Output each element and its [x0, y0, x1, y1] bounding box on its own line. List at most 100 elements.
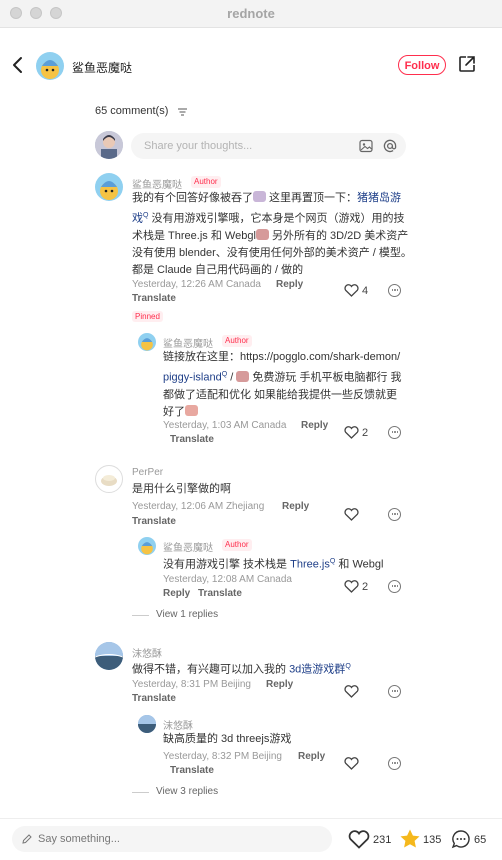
comment-text-part: 这里再置顶一下：: [266, 192, 358, 204]
reply-button[interactable]: Reply: [301, 420, 328, 431]
comment-avatar[interactable]: [138, 715, 156, 733]
pinned-badge: Pinned: [132, 311, 163, 322]
threejs-link[interactable]: Three.js: [290, 559, 330, 571]
author-name[interactable]: 鲨鱼恶魔哒: [72, 59, 132, 76]
reply-button[interactable]: Reply: [276, 279, 303, 290]
comment-text: 链接放在这里：https://pogglo.com/shark-demon/ p…: [163, 349, 408, 421]
comment-text-part: /: [227, 371, 237, 384]
mention-icon[interactable]: [383, 139, 397, 153]
comment-text: 是用什么引擎做的啊: [132, 483, 231, 495]
say-something-input[interactable]: Say something...: [12, 826, 332, 852]
view-replies-link[interactable]: View 1 replies: [131, 609, 218, 620]
heart-icon[interactable]: [348, 830, 370, 849]
reply-button[interactable]: Reply: [266, 679, 293, 690]
like-button[interactable]: 2: [344, 426, 368, 439]
more-options-icon[interactable]: [388, 426, 401, 439]
comment-meta: Yesterday, 12:26 AM Canada: [132, 279, 261, 290]
bottom-bar: Say something... 231 135 65: [0, 818, 502, 860]
comment-text-part: 做得不错，有兴趣可以加入我的: [132, 663, 290, 676]
comment-avatar[interactable]: [95, 465, 123, 493]
window-titlebar: rednote: [0, 0, 502, 28]
like-button[interactable]: 2: [344, 580, 368, 593]
comment-avatar[interactable]: [138, 333, 156, 351]
comment-username[interactable]: PerPer: [132, 467, 163, 478]
share-icon[interactable]: [458, 55, 476, 73]
like-button[interactable]: [344, 685, 359, 698]
comment-meta: Yesterday, 8:31 PM Beijing: [132, 679, 251, 690]
like-button[interactable]: [344, 508, 359, 521]
comment-meta: Yesterday, 12:06 AM Zhejiang: [132, 501, 265, 512]
image-icon[interactable]: [359, 139, 373, 153]
sticker-emoji: [185, 404, 198, 416]
more-options-icon[interactable]: [388, 757, 401, 770]
author-badge: Author: [222, 539, 252, 551]
heart-icon: [344, 284, 359, 297]
comment-text: 我的有个回答好像被吞了 这里再置顶一下：猪猪岛游戏Q 没有用游戏引擎哦，它本身是…: [132, 190, 412, 279]
window-title: rednote: [227, 6, 275, 21]
author-avatar[interactable]: [36, 52, 64, 80]
post-header: 鲨鱼恶魔哒 Follow: [0, 27, 502, 105]
comment-avatar[interactable]: [138, 537, 156, 555]
star-icon[interactable]: [399, 828, 421, 850]
comment-meta: Yesterday, 12:08 AM Canada: [163, 574, 292, 585]
comment-text: 做得不错，有兴趣可以加入我的 3d造游戏群Q: [132, 658, 351, 679]
heart-icon: [344, 757, 359, 770]
reply-button[interactable]: Reply: [298, 751, 325, 762]
comment-username[interactable]: 鲨鱼恶魔哒: [132, 176, 182, 191]
comment-meta: Yesterday, 1:03 AM Canada: [163, 420, 287, 431]
heart-icon: [344, 426, 359, 439]
author-badge: Author: [222, 335, 252, 347]
author-badge: Author: [191, 176, 221, 188]
share-thoughts-input[interactable]: Share your thoughts...: [131, 133, 406, 159]
pencil-icon: [22, 834, 32, 844]
my-avatar: [95, 131, 123, 159]
like-count: 2: [362, 426, 369, 439]
comment-text: 缺高质量的 3d threejs游戏: [163, 733, 292, 745]
heart-icon: [344, 508, 359, 521]
like-count: 4: [362, 284, 369, 297]
stars-count: 135: [423, 834, 442, 846]
comment-text-part: 链接放在这里：https://pogglo.com/shark-demon/: [163, 351, 401, 363]
comment-username[interactable]: 沫悠酥: [163, 717, 193, 732]
sticker-emoji: [253, 191, 266, 202]
back-arrow-icon[interactable]: [11, 55, 25, 75]
more-options-icon[interactable]: [388, 284, 401, 297]
more-options-icon[interactable]: [388, 580, 401, 593]
comment-count: 65 comment(s): [95, 105, 169, 117]
comment-username[interactable]: 鲨鱼恶魔哒: [163, 539, 213, 554]
like-count: 2: [362, 580, 369, 593]
sticker-emoji: [236, 370, 250, 382]
translate-button[interactable]: Translate: [170, 765, 214, 776]
more-options-icon[interactable]: [388, 685, 401, 698]
reply-button[interactable]: Reply: [282, 501, 309, 512]
sticker-emoji: [255, 228, 269, 240]
comment-meta: Yesterday, 8:32 PM Beijing: [163, 751, 282, 762]
comment-avatar[interactable]: [95, 642, 123, 670]
follow-button[interactable]: Follow: [398, 55, 446, 75]
group-link[interactable]: 3d造游戏群: [289, 664, 345, 676]
comment-text: 没有用游戏引擎 技术栈是 Three.jsQ 和 Webgl: [163, 553, 383, 574]
reply-button[interactable]: Reply: [163, 588, 190, 599]
comment-text-part: 我的有个回答好像被吞了: [132, 192, 253, 204]
likes-count: 231: [373, 834, 392, 846]
share-thoughts-placeholder: Share your thoughts...: [144, 140, 253, 152]
like-button[interactable]: 4: [344, 284, 368, 297]
comment-text-part: 和 Webgl: [335, 558, 384, 571]
translate-button[interactable]: Translate: [132, 516, 176, 527]
translate-button[interactable]: Translate: [170, 434, 214, 445]
comment-username[interactable]: 鲨鱼恶魔哒: [163, 335, 213, 350]
view-replies-link[interactable]: View 3 replies: [131, 786, 218, 797]
translate-button[interactable]: Translate: [132, 293, 176, 304]
like-button[interactable]: [344, 757, 359, 770]
more-options-icon[interactable]: [388, 508, 401, 521]
sort-icon[interactable]: [178, 108, 187, 116]
search-small-icon: Q: [345, 663, 351, 670]
comment-icon[interactable]: [451, 829, 471, 849]
comments-count: 65: [474, 834, 487, 846]
comment-avatar[interactable]: [95, 173, 123, 201]
translate-button[interactable]: Translate: [132, 693, 176, 704]
game-link[interactable]: piggy-island: [163, 372, 222, 384]
heart-icon: [344, 580, 359, 593]
say-something-placeholder: Say something...: [38, 833, 120, 845]
translate-button[interactable]: Translate: [198, 588, 242, 599]
